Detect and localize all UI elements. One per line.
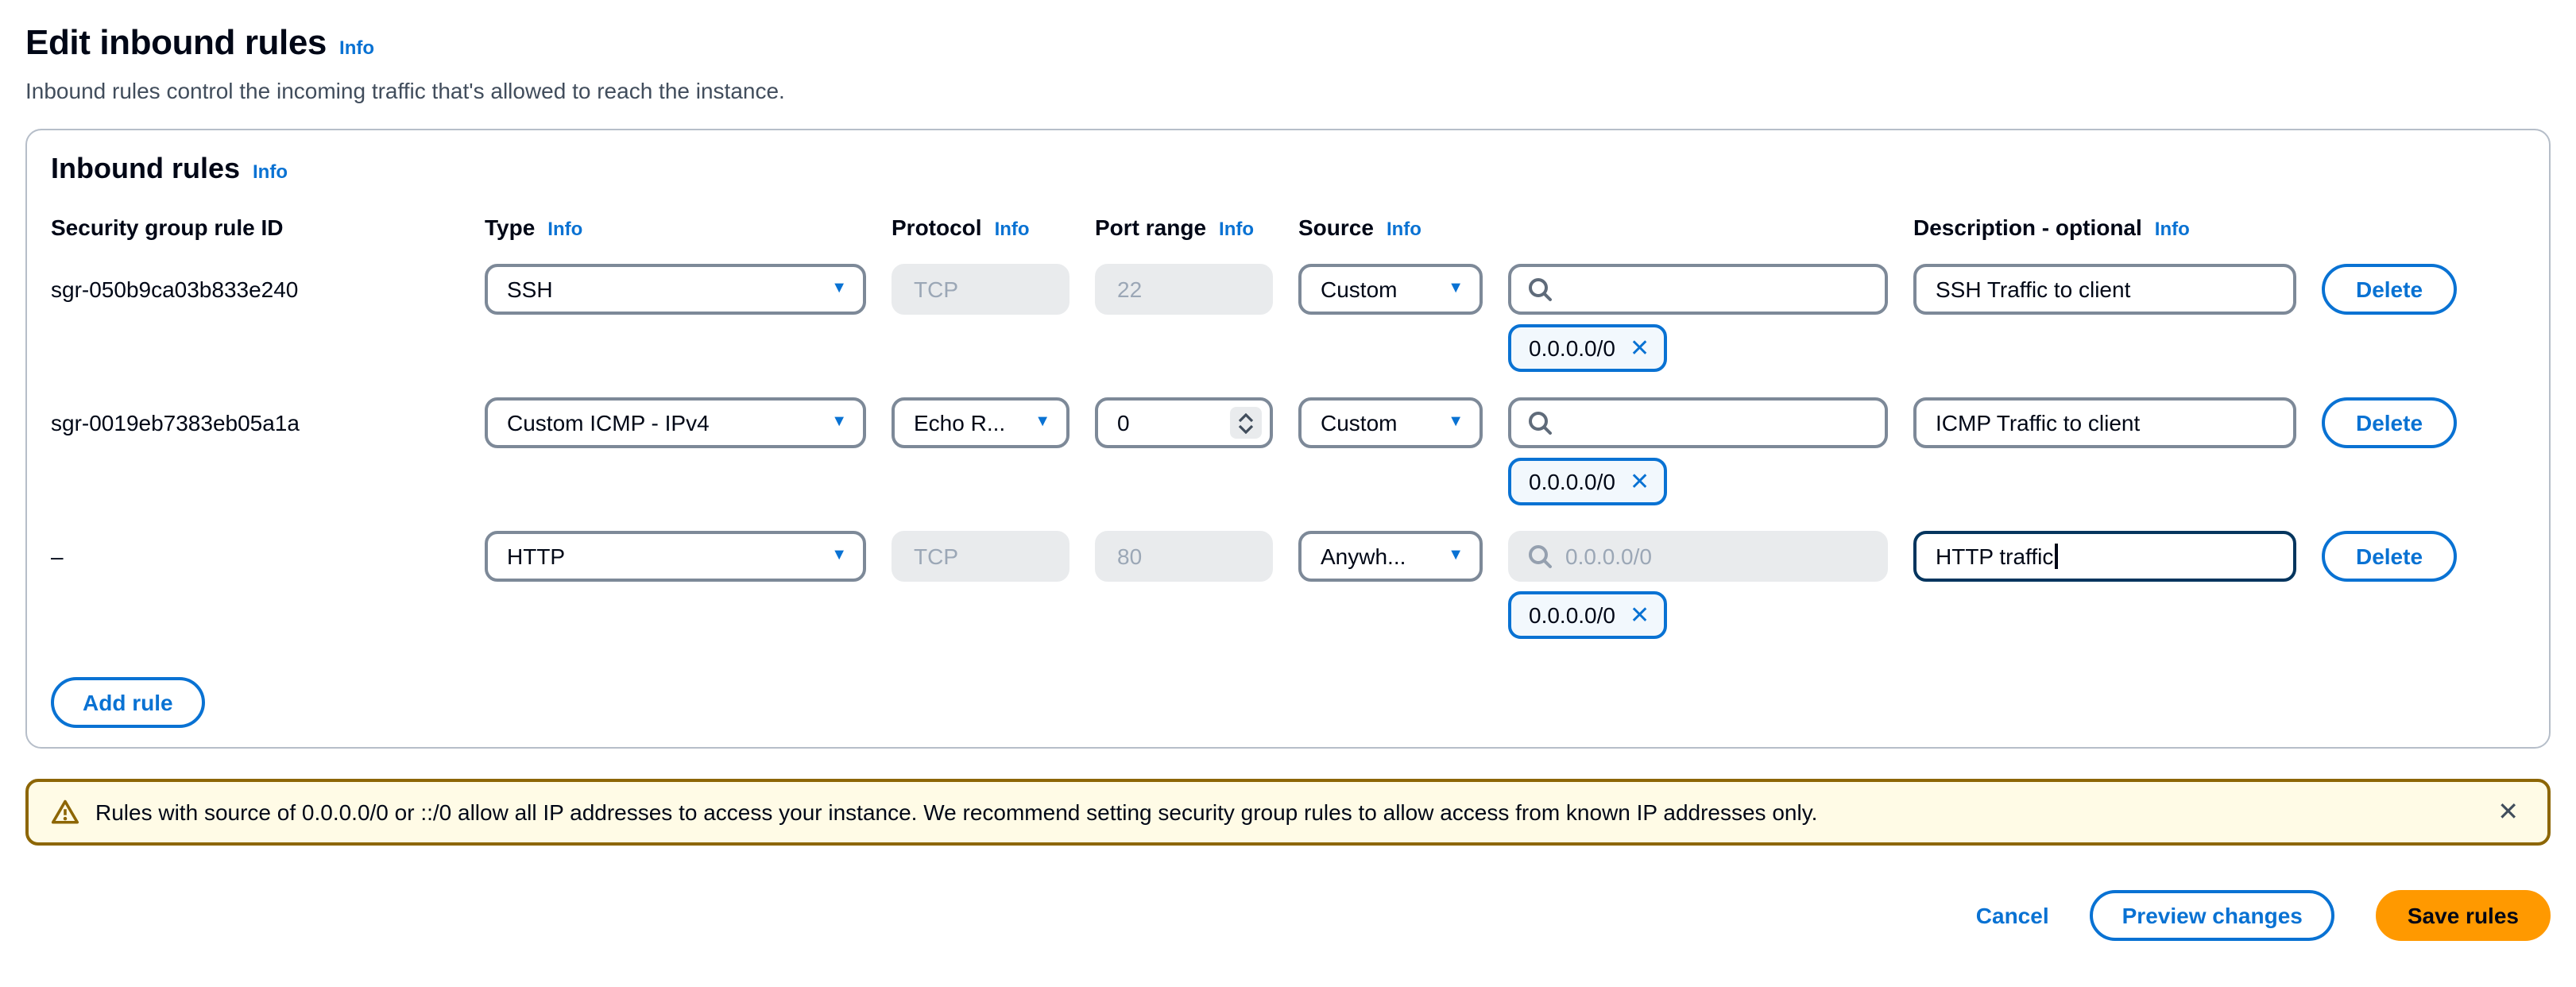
remove-token-icon[interactable]: ✕ [1630, 336, 1650, 360]
delete-button[interactable]: Delete [2322, 264, 2457, 315]
add-rule-button[interactable]: Add rule [51, 677, 205, 728]
column-rule-id: Security group rule ID [51, 215, 459, 240]
page-header: Edit inbound rules Info [25, 22, 2551, 64]
source-search-input[interactable] [1508, 264, 1888, 315]
source-token-chip: 0.0.0.0/0 ✕ [1508, 591, 1667, 639]
port-range-stepper[interactable]: 0 [1095, 397, 1273, 448]
chip-value: 0.0.0.0/0 [1529, 602, 1615, 628]
chevron-down-icon: ▼ [1448, 415, 1464, 431]
chevron-down-icon: ▼ [1448, 548, 1464, 564]
text-cursor [2055, 544, 2057, 569]
port-range-info-link[interactable]: Info [1219, 218, 1254, 240]
search-icon [1527, 277, 1553, 302]
cancel-button[interactable]: Cancel [1976, 903, 2049, 928]
page-subtitle: Inbound rules control the incoming traff… [25, 78, 2551, 103]
warning-icon [51, 798, 79, 826]
source-search-input[interactable] [1508, 397, 1888, 448]
column-port-range: Port rangeInfo [1095, 215, 1273, 240]
protocol-info-link[interactable]: Info [995, 218, 1030, 240]
column-description: Description - optionalInfo [1913, 215, 2296, 240]
chevron-down-icon: ▼ [831, 281, 847, 297]
protocol-field-disabled: TCP [892, 531, 1069, 582]
column-protocol: ProtocolInfo [892, 215, 1069, 240]
port-range-field-disabled: 80 [1095, 531, 1273, 582]
save-rules-button[interactable]: Save rules [2376, 890, 2551, 941]
chip-value: 0.0.0.0/0 [1529, 335, 1615, 361]
delete-button[interactable]: Delete [2322, 531, 2457, 582]
column-header-row: Security group rule ID TypeInfo Protocol… [51, 215, 2525, 240]
chip-value: 0.0.0.0/0 [1529, 469, 1615, 494]
source-token-chip: 0.0.0.0/0 ✕ [1508, 324, 1667, 372]
preview-changes-button[interactable]: Preview changes [2091, 890, 2334, 941]
type-info-link[interactable]: Info [547, 218, 582, 240]
protocol-select[interactable]: Echo R... ▼ [892, 397, 1069, 448]
port-range-field-disabled: 22 [1095, 264, 1273, 315]
source-search-input-disabled [1508, 531, 1888, 582]
chevron-down-icon: ▼ [831, 548, 847, 564]
edit-inbound-rules-page: Edit inbound rules Info Inbound rules co… [0, 0, 2576, 987]
source-cell: 0.0.0.0/0 ✕ [1508, 397, 1888, 505]
column-source: SourceInfo [1298, 215, 1483, 240]
spinner-buttons[interactable] [1230, 407, 1262, 439]
remove-token-icon[interactable]: ✕ [1630, 603, 1650, 627]
rule-id-text: – [51, 531, 459, 582]
description-input-focused[interactable]: HTTP traffic [1913, 531, 2296, 582]
source-token-chip: 0.0.0.0/0 ✕ [1508, 458, 1667, 505]
warning-banner: Rules with source of 0.0.0.0/0 or ::/0 a… [25, 779, 2551, 846]
search-icon [1527, 410, 1553, 435]
remove-token-icon[interactable]: ✕ [1630, 470, 1650, 494]
source-mode-select[interactable]: Anywh... ▼ [1298, 531, 1483, 582]
type-select[interactable]: Custom ICMP - IPv4 ▼ [485, 397, 866, 448]
type-select[interactable]: HTTP ▼ [485, 531, 866, 582]
panel-heading-info-link[interactable]: Info [253, 161, 288, 183]
source-cell: 0.0.0.0/0 ✕ [1508, 264, 1888, 372]
delete-button[interactable]: Delete [2322, 397, 2457, 448]
description-input[interactable]: SSH Traffic to client [1913, 264, 2296, 315]
source-cell: 0.0.0.0/0 ✕ [1508, 531, 1888, 639]
chevron-down-icon: ▼ [1035, 415, 1050, 431]
source-mode-select[interactable]: Custom ▼ [1298, 397, 1483, 448]
type-select[interactable]: SSH ▼ [485, 264, 866, 315]
protocol-field-disabled: TCP [892, 264, 1069, 315]
chevron-down-icon: ▼ [831, 415, 847, 431]
source-info-link[interactable]: Info [1387, 218, 1421, 240]
rule-id-text: sgr-050b9ca03b833e240 [51, 264, 459, 315]
rule-row-http: – HTTP ▼ TCP 80 Anywh... ▼ [51, 531, 2525, 642]
rule-id-text: sgr-0019eb7383eb05a1a [51, 397, 459, 448]
description-info-link[interactable]: Info [2155, 218, 2190, 240]
rule-row-ssh: sgr-050b9ca03b833e240 SSH ▼ TCP 22 Custo… [51, 264, 2525, 375]
description-input[interactable]: ICMP Traffic to client [1913, 397, 2296, 448]
page-title-info-link[interactable]: Info [339, 37, 374, 59]
inbound-rules-panel: Inbound rules Info Security group rule I… [25, 129, 2551, 749]
source-mode-select[interactable]: Custom ▼ [1298, 264, 1483, 315]
rule-row-icmp: sgr-0019eb7383eb05a1a Custom ICMP - IPv4… [51, 397, 2525, 509]
column-type: TypeInfo [485, 215, 866, 240]
chevron-down-icon: ▼ [1448, 281, 1464, 297]
warning-text: Rules with source of 0.0.0.0/0 or ::/0 a… [95, 799, 2475, 825]
close-icon[interactable]: ✕ [2491, 793, 2525, 831]
page-title: Edit inbound rules [25, 22, 327, 64]
panel-heading: Inbound rules [51, 153, 240, 186]
search-icon [1527, 544, 1553, 569]
footer-actions: Cancel Preview changes Save rules [25, 890, 2551, 941]
